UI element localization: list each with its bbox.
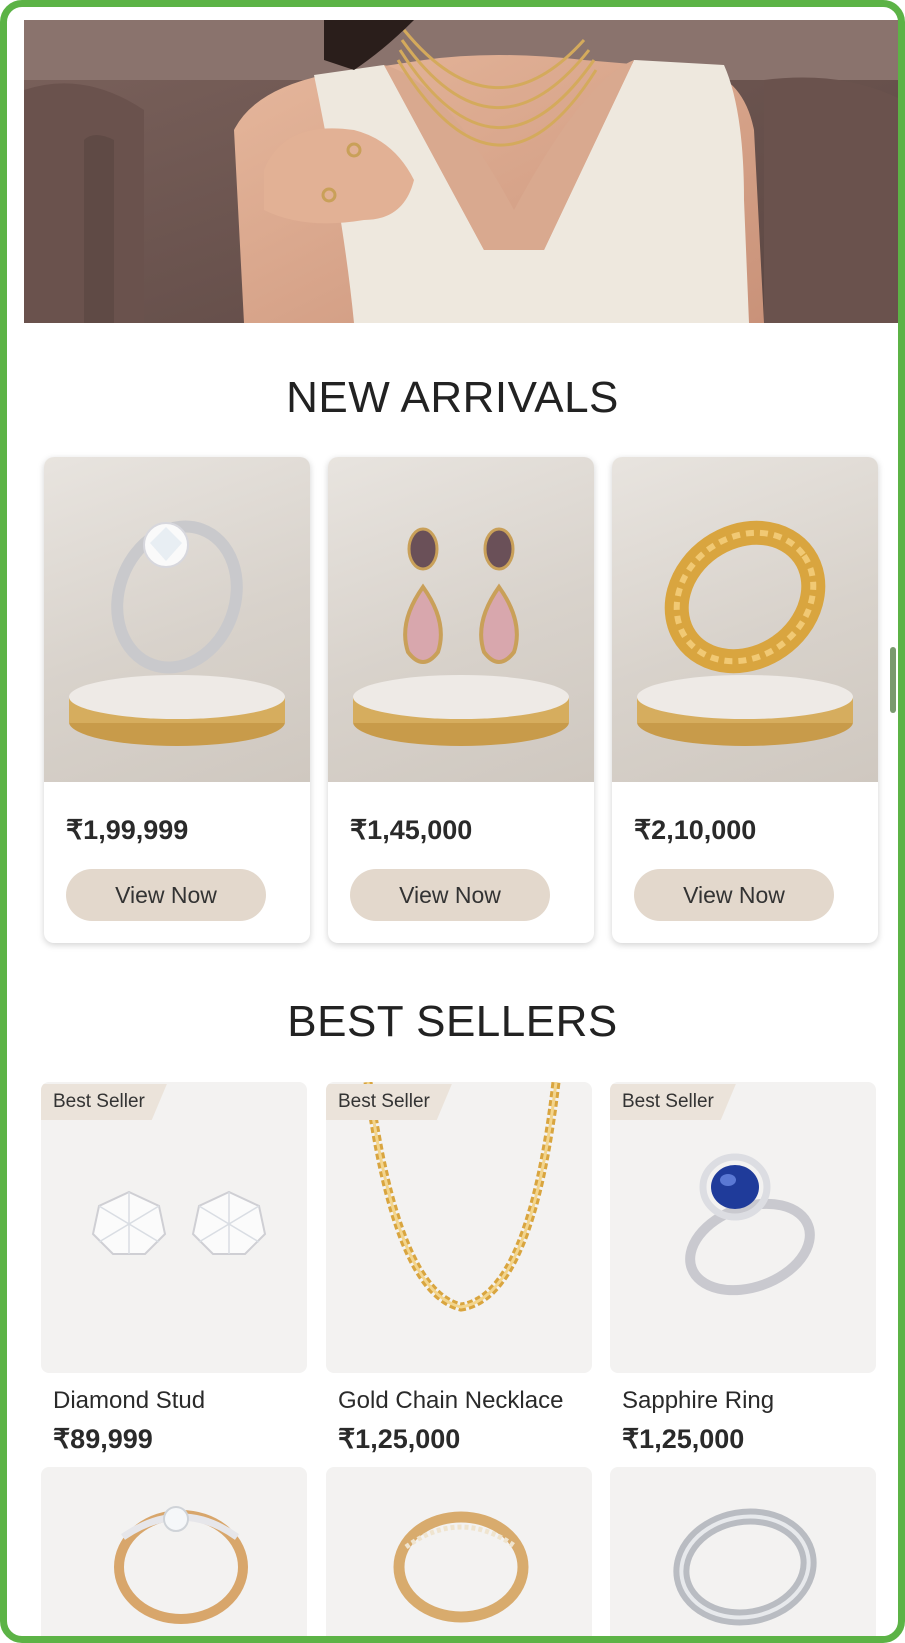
- best-sellers-title: BEST SELLERS: [287, 997, 618, 1046]
- product-image: Best Seller: [610, 1082, 876, 1373]
- view-now-button[interactable]: View Now: [66, 869, 266, 921]
- best-seller-badge: Best Seller: [326, 1084, 452, 1120]
- diamond-ring-icon: [69, 520, 285, 746]
- sapphire-ring-icon: [685, 1153, 815, 1296]
- product-name: Gold Chain Necklace: [338, 1387, 564, 1414]
- product-image: Best Seller: [326, 1082, 592, 1373]
- product-card[interactable]: [326, 1467, 592, 1636]
- product-price: ₹2,10,000: [634, 815, 757, 845]
- new-arrivals-title: NEW ARRIVALS: [286, 373, 619, 422]
- product-price: ₹1,45,000: [350, 815, 473, 845]
- product-name: Diamond Stud: [53, 1387, 206, 1414]
- product-price: ₹1,99,999: [66, 815, 189, 845]
- scrollbar-thumb[interactable]: [890, 647, 896, 713]
- diamond-stud-earrings-icon: [91, 1190, 267, 1255]
- gold-band-icon: [393, 1511, 529, 1623]
- app-frame: NEW ARRIVALS ₹1,99,999 View Now ₹1,45,00…: [0, 0, 905, 1643]
- gold-diamond-ring-icon: [114, 1506, 248, 1624]
- product-price: ₹1,25,000: [622, 1424, 745, 1454]
- new-arrival-card[interactable]: ₹2,10,000 View Now: [612, 457, 878, 943]
- view-now-button[interactable]: View Now: [634, 869, 834, 921]
- product-card[interactable]: [41, 1467, 307, 1636]
- product-image: Best Seller: [41, 1082, 307, 1373]
- hero-model-necklace-image: [24, 20, 898, 323]
- best-seller-badge: Best Seller: [610, 1084, 736, 1120]
- hero-banner[interactable]: [24, 20, 898, 323]
- gold-chain-icon: [363, 1082, 561, 1312]
- new-arrival-card[interactable]: ₹1,45,000 View Now: [328, 457, 594, 943]
- product-image: [44, 457, 310, 782]
- product-price: ₹89,999: [53, 1424, 153, 1454]
- drop-earrings-icon: [353, 527, 569, 746]
- gold-bracelet-icon: [637, 520, 853, 746]
- product-price: ₹1,25,000: [338, 1424, 461, 1454]
- product-card[interactable]: [610, 1467, 876, 1636]
- new-arrival-card[interactable]: ₹1,99,999 View Now: [44, 457, 310, 943]
- view-now-button[interactable]: View Now: [350, 869, 550, 921]
- product-name: Sapphire Ring: [622, 1387, 775, 1414]
- product-image: [612, 457, 878, 782]
- best-seller-badge: Best Seller: [41, 1084, 167, 1120]
- silver-band-icon: [673, 1508, 817, 1626]
- product-image: [328, 457, 594, 782]
